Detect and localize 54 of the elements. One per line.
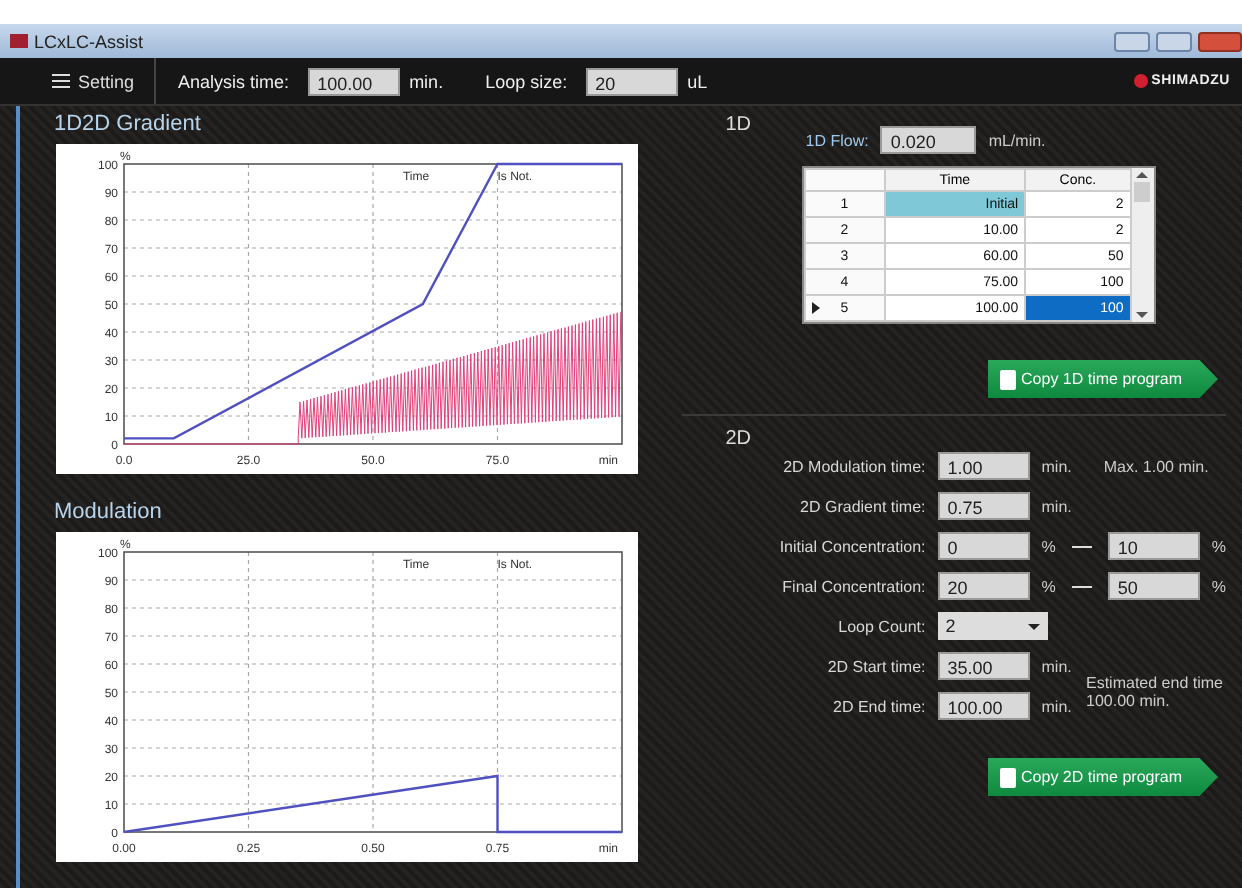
unit-label: % [1041, 577, 1056, 595]
field-label: 2D Modulation time: [781, 457, 926, 475]
unit-label: uL [687, 71, 708, 92]
field-label: 2D Start time: [825, 657, 926, 675]
note-text: Max. 1.00 min. [1103, 457, 1209, 475]
scrollbar[interactable] [1131, 168, 1154, 322]
minimize-button[interactable] [1114, 31, 1150, 52]
copy-icon [999, 767, 1016, 787]
unit-label: % [1211, 537, 1226, 555]
copy-button[interactable]: Copy 2D time program [987, 758, 1218, 796]
panel-title: 1D2D Gradient [54, 112, 203, 140]
flow-field[interactable]: 0.020 [880, 126, 977, 154]
setting-menu-button[interactable]: Setting [12, 58, 157, 104]
unit-label: min. [409, 71, 444, 92]
input-field[interactable]: 0.75 [937, 492, 1030, 520]
field-label: Analysis time: [178, 71, 290, 92]
input-field[interactable]: 20 [937, 572, 1030, 600]
unit-label: min. [1041, 657, 1072, 675]
scroll-down-icon[interactable] [1136, 312, 1149, 318]
scroll-thumb[interactable] [1134, 182, 1151, 202]
unit-label: % [1211, 577, 1226, 595]
copy-icon [999, 369, 1016, 389]
window-title: LCxLC-Assist [34, 31, 144, 52]
loop-count-dropdown[interactable]: 2 [937, 612, 1048, 640]
field-label: Final Concentration: [780, 577, 926, 595]
field-label: Initial Concentration: [777, 537, 926, 555]
input-field[interactable]: 100.00 [937, 692, 1030, 720]
close-button[interactable] [1198, 31, 1242, 52]
field-label: Loop Count: [836, 617, 926, 635]
maximize-button[interactable] [1156, 31, 1192, 52]
copy-button[interactable]: Copy 1D time program [987, 360, 1218, 398]
section-title: 2D [725, 428, 754, 450]
unit-label: min. [1041, 457, 1072, 475]
estimate-text: Estimated end time 100.00 min. [1086, 674, 1225, 710]
input-field[interactable]: 0 [937, 532, 1030, 560]
field-label: 2D End time: [831, 697, 926, 715]
input-field[interactable]: 20 [585, 67, 678, 96]
unit-label: min. [1041, 497, 1072, 515]
brand-logo-icon [1133, 74, 1148, 89]
unit-label: min. [1041, 697, 1072, 715]
field-label: 1D Flow: [805, 131, 869, 149]
unit-label: mL/min. [988, 131, 1046, 149]
app-icon [10, 34, 28, 49]
caret-icon [1027, 623, 1040, 629]
input-field[interactable]: 50 [1107, 572, 1200, 600]
unit-label: % [1041, 537, 1056, 555]
field-label: Loop size: [485, 71, 568, 92]
input-field[interactable]: 10 [1107, 532, 1200, 560]
panel-title: Modulation [54, 500, 164, 528]
section-title: 1D [725, 114, 754, 136]
field-label: 2D Gradient time: [798, 497, 926, 515]
input-field[interactable]: 100.00 [307, 67, 400, 96]
input-field[interactable]: 35.00 [937, 652, 1030, 680]
input-field[interactable]: 1.00 [937, 452, 1030, 480]
